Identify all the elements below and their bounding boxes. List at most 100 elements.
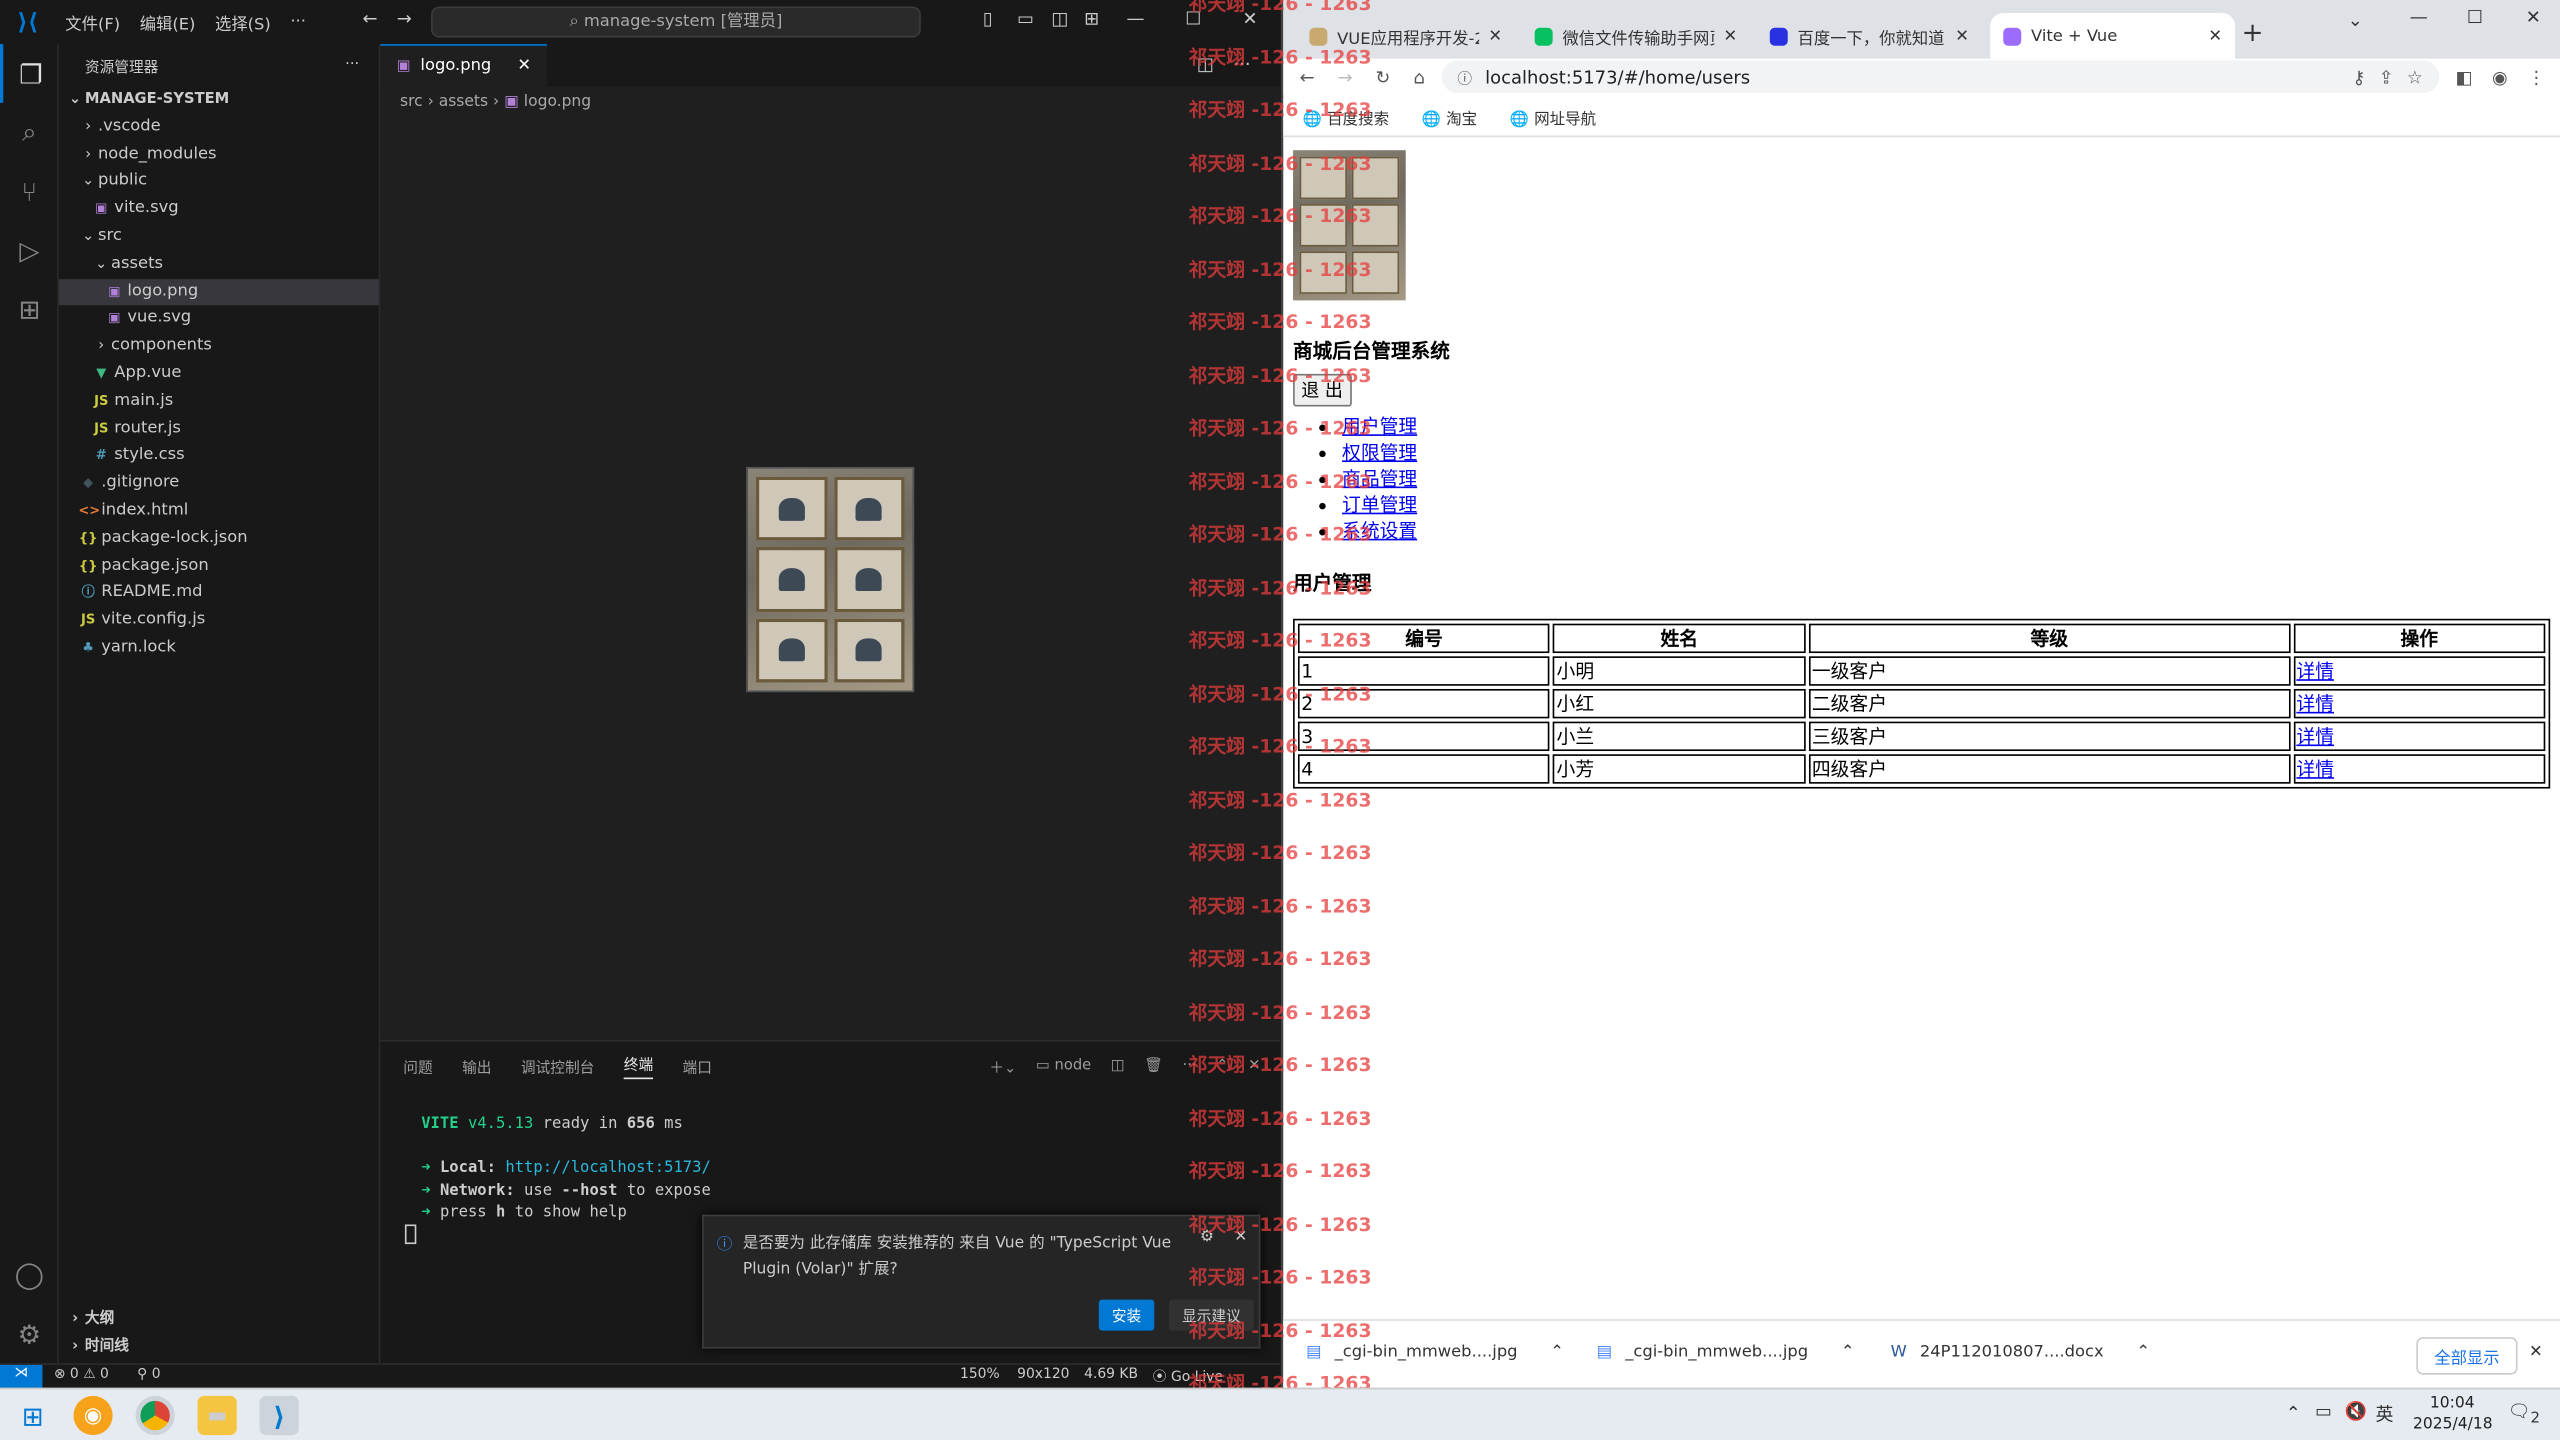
logout-button[interactable]: 退 出 — [1293, 373, 1352, 407]
go-live-button[interactable]: ⦿ Go Live — [1153, 1367, 1223, 1386]
menu-select[interactable]: 选择(S) — [205, 10, 280, 34]
timeline-section[interactable]: › 时间线 — [59, 1334, 129, 1361]
menu-file[interactable]: 文件(F) — [56, 10, 130, 34]
tree-file[interactable]: JS vite.config.js — [59, 608, 379, 635]
close-panel-icon[interactable]: ✕ — [1248, 1058, 1260, 1074]
install-button[interactable]: 安装 — [1098, 1299, 1155, 1331]
tab-terminal[interactable]: 终端 — [623, 1053, 654, 1080]
close-downloads-icon[interactable]: ✕ — [2529, 1344, 2543, 1362]
close-tab-icon[interactable]: ✕ — [517, 57, 531, 75]
ports-status[interactable]: ⚲ 0 — [137, 1367, 160, 1383]
volume-muted-icon[interactable]: 🔇 — [2344, 1401, 2366, 1422]
new-tab-icon[interactable]: + — [2242, 16, 2264, 47]
terminal-shell[interactable]: ▭ node — [1036, 1058, 1091, 1074]
browser-tab[interactable]: VUE应用程序开发-24秋 ✕ — [1296, 13, 1515, 59]
tree-file[interactable]: JS main.js — [59, 388, 379, 415]
explorer-more-button[interactable]: ··· — [345, 57, 359, 73]
clock[interactable]: 10:04 2025/4/18 — [2413, 1393, 2493, 1435]
close-window-icon[interactable]: ✕ — [2526, 7, 2541, 28]
nav-link[interactable]: 用户管理 — [1342, 415, 1417, 438]
toggle-sidebar-icon[interactable]: ▯ — [983, 8, 993, 29]
tree-file[interactable]: {} package-lock.json — [59, 525, 379, 552]
browser-tab[interactable]: 百度一下，你就知道 ✕ — [1757, 13, 1982, 59]
download-item[interactable]: ▤ _cgi-bin_mmweb....jpg ⌃ — [1306, 1344, 1564, 1362]
remote-icon[interactable]: ⋊ — [0, 1364, 43, 1388]
bookmark-taobao[interactable]: 🌐 淘宝 — [1422, 105, 1477, 128]
forward-arrow-icon[interactable]: → — [397, 8, 412, 29]
editor-more-icon[interactable]: ··· — [1227, 44, 1280, 86]
tree-file[interactable]: ⓘ README.md — [59, 580, 379, 607]
tree-file[interactable]: ▼ App.vue — [59, 361, 379, 388]
settings-gear-icon[interactable]: ⚙ — [0, 1304, 59, 1363]
tree-file[interactable]: ▣ logo.png — [58, 278, 379, 306]
download-item[interactable]: W 24P112010807....docx ⌃ — [1891, 1344, 2150, 1362]
problems-status[interactable]: ⊗ 0 ⚠ 0 — [54, 1367, 109, 1383]
extensions-icon[interactable]: ⊞ — [0, 279, 59, 338]
tree-file[interactable]: {} package.json — [59, 553, 379, 580]
show-recommendations-button[interactable]: 显示建议 — [1168, 1299, 1254, 1331]
app-orange-icon[interactable]: ◉ — [73, 1395, 113, 1436]
nav-link[interactable]: 商品管理 — [1342, 467, 1417, 490]
tree-file[interactable]: ♣ yarn.lock — [59, 635, 379, 662]
outline-section[interactable]: › 大纲 — [59, 1306, 114, 1333]
profile-avatar-icon[interactable]: ◉ — [2492, 66, 2508, 87]
tab-output[interactable]: 输出 — [462, 1056, 491, 1076]
toggle-panel-icon[interactable]: ▭ — [1017, 8, 1034, 29]
toast-settings-gear-icon[interactable]: ⚙ — [1200, 1228, 1214, 1246]
browser-tab[interactable]: 微信文件传输助手网页 ✕ — [1522, 13, 1751, 59]
details-link[interactable]: 详情 — [2296, 692, 2334, 715]
close-tab-icon[interactable]: ✕ — [1723, 27, 1737, 45]
chevron-up-icon[interactable]: ⌃ — [1550, 1344, 1564, 1362]
panel-more-icon[interactable]: ··· — [1183, 1058, 1197, 1074]
search-icon[interactable]: ⌕ — [0, 103, 59, 162]
project-root[interactable]: ⌄ MANAGE-SYSTEM — [59, 87, 379, 114]
command-center-search[interactable]: ⌕ manage-system [管理员] — [431, 6, 921, 38]
windows-start-icon[interactable]: ⊞ — [13, 1396, 52, 1435]
minimize-icon[interactable]: — — [1127, 8, 1145, 29]
bookmark-star-icon[interactable]: ☆ — [2407, 66, 2423, 87]
address-bar[interactable]: ⓘ localhost:5173/#/home/users ⚷ ⇪ ☆ — [1441, 60, 2440, 94]
tree-file[interactable]: ▣ vite.svg — [59, 196, 379, 223]
maximize-panel-icon[interactable]: ⌃ — [1216, 1058, 1228, 1074]
menu-more[interactable]: ··· — [281, 13, 316, 31]
tree-folder[interactable]: ⌄ public — [59, 169, 379, 196]
nav-link[interactable]: 系统设置 — [1342, 519, 1417, 542]
tree-file[interactable]: # style.css — [59, 443, 379, 470]
crumb-logo[interactable]: logo.png — [524, 93, 591, 111]
crumb-assets[interactable]: assets — [439, 93, 488, 111]
tree-file[interactable]: ◆ .gitignore — [59, 470, 379, 497]
network-icon[interactable]: ▭ — [2315, 1401, 2332, 1422]
local-url-link[interactable]: http://localhost:5173/ — [505, 1159, 710, 1177]
run-debug-icon[interactable]: ▷ — [0, 220, 59, 279]
forward-arrow-icon[interactable]: → — [1337, 66, 1352, 87]
minimize-icon[interactable]: — — [2410, 7, 2428, 28]
new-terminal-icon[interactable]: ＋⌄ — [989, 1056, 1016, 1076]
split-editor-icon[interactable]: ◫ — [1184, 44, 1227, 86]
crumb-src[interactable]: src — [400, 93, 423, 111]
chevron-up-icon[interactable]: ⌃ — [1841, 1344, 1855, 1362]
split-terminal-icon[interactable]: ◫ — [1111, 1058, 1125, 1074]
tab-debug-console[interactable]: 调试控制台 — [521, 1056, 594, 1076]
chrome-menu-icon[interactable]: ⋮ — [2527, 66, 2545, 87]
tree-folder[interactable]: › components — [59, 333, 379, 360]
site-info-icon[interactable]: ⓘ — [1457, 66, 1472, 87]
toast-close-icon[interactable]: ✕ — [1234, 1228, 1247, 1246]
close-tab-icon[interactable]: ✕ — [2208, 27, 2222, 45]
nav-link[interactable]: 订单管理 — [1342, 493, 1417, 516]
tree-folder[interactable]: › node_modules — [59, 141, 379, 168]
download-item[interactable]: ▤ _cgi-bin_mmweb....jpg ⌃ — [1597, 1344, 1855, 1362]
zoom-level[interactable]: 150% — [960, 1367, 1000, 1383]
tree-file[interactable]: <> index.html — [59, 498, 379, 525]
maximize-icon[interactable]: ☐ — [1185, 8, 1201, 29]
reload-icon[interactable]: ↻ — [1375, 66, 1390, 87]
url-text[interactable]: localhost:5173/#/home/users — [1485, 66, 1750, 87]
bookmark-site-nav[interactable]: 🌐 网址导航 — [1510, 105, 1596, 128]
share-icon[interactable]: ⇪ — [2379, 66, 2394, 87]
close-tab-icon[interactable]: ✕ — [1955, 27, 1969, 45]
customize-layout-icon[interactable]: ⊞ — [1084, 8, 1099, 29]
ime-indicator[interactable]: 英 — [2376, 1401, 2394, 1427]
notification-center-icon[interactable]: 🗨2 — [2508, 1401, 2540, 1427]
browser-tab[interactable]: Vite + Vue ✕ — [1990, 13, 2236, 59]
side-panel-icon[interactable]: ◧ — [2455, 66, 2472, 87]
explorer-icon[interactable]: ❐ — [0, 44, 59, 103]
